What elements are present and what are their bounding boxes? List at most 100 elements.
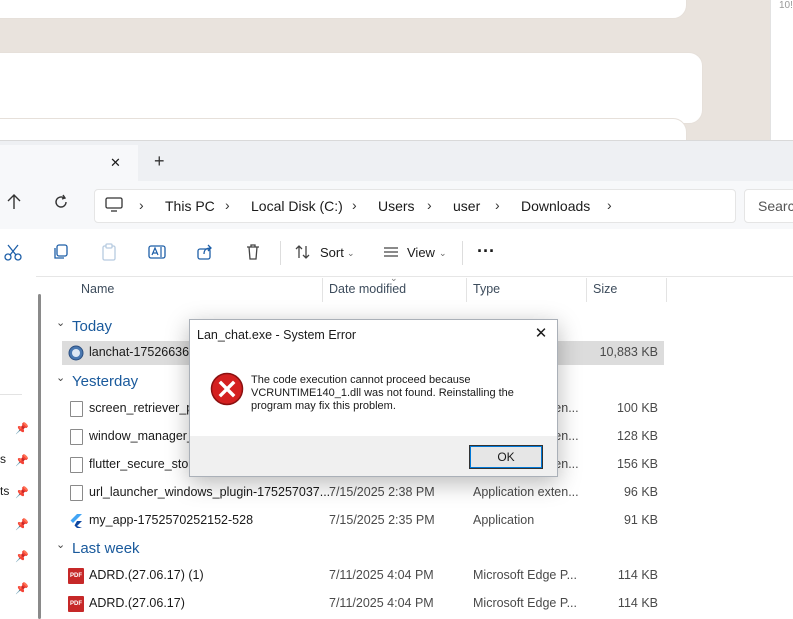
pin-icon: 📌 [15, 583, 29, 595]
toolbar-divider [462, 241, 463, 265]
dialog-title: Lan_chat.exe - System Error [197, 328, 357, 342]
breadcrumb-users[interactable]: Users [378, 198, 415, 214]
more-options-button[interactable]: ··· [477, 241, 495, 262]
file-date: 7/11/2025 4:04 PM [329, 596, 434, 610]
new-tab-button[interactable]: + [154, 151, 165, 172]
search-placeholder: Search [758, 198, 793, 214]
pin-icon: 📌 [15, 519, 29, 531]
file-size: 100 KB [616, 401, 658, 415]
file-type: Microsoft Edge P... [473, 596, 577, 610]
this-pc-icon [105, 197, 123, 216]
file-size: 128 KB [616, 429, 658, 443]
breadcrumb-chevron-icon: › [427, 197, 432, 213]
file-type: Application [473, 513, 535, 527]
pin-icon: 📌 [15, 551, 29, 563]
dialog-close-button[interactable]: ✕ [531, 324, 551, 344]
group-header-yesterday[interactable]: Yesterday [72, 373, 138, 390]
navigation-pane: 📌 s 📌 ts 📌 📌 📌 📌 [0, 276, 36, 619]
file-row[interactable]: url_launcher_windows_plugin-175257037...… [62, 481, 664, 505]
breadcrumb-chevron-icon: › [495, 197, 500, 213]
breadcrumb-local-disk[interactable]: Local Disk (C:) [251, 198, 343, 214]
file-name: my_app-1752570252152-528 [89, 513, 254, 527]
breadcrumb-this-pc[interactable]: This PC [165, 198, 215, 214]
file-row[interactable]: PDF ADRD.(27.06.17) (1) 7/11/2025 4:04 P… [62, 564, 664, 588]
file-size: 96 KB [623, 485, 658, 499]
column-header-name[interactable]: Name [81, 282, 114, 296]
column-header-date[interactable]: Date modified [329, 282, 406, 296]
ok-button[interactable]: OK [469, 445, 543, 469]
cut-icon[interactable] [2, 241, 24, 263]
file-name: screen_retriever_plu [89, 401, 203, 415]
sort-icon[interactable] [292, 241, 314, 263]
pdf-icon: PDF [68, 568, 84, 584]
sort-button[interactable]: Sort [320, 245, 344, 260]
share-icon[interactable] [194, 241, 216, 263]
breadcrumb-chevron-icon: › [139, 197, 144, 213]
column-divider[interactable] [586, 278, 587, 302]
refresh-icon[interactable] [53, 194, 69, 213]
pdf-icon: PDF [68, 596, 84, 612]
file-name: flutter_secure_stora [89, 457, 200, 471]
search-box[interactable]: Search [744, 189, 793, 223]
file-size: 114 KB [617, 568, 658, 582]
nav-scrollbar[interactable] [38, 294, 41, 619]
column-header-type[interactable]: Type [473, 282, 500, 296]
chevron-down-icon[interactable]: ⌄ [56, 371, 65, 384]
address-bar[interactable]: › This PC › Local Disk (C:) › Users › us… [94, 189, 736, 223]
file-type: Application exten... [473, 485, 579, 499]
file-date: 7/15/2025 2:38 PM [329, 485, 435, 499]
background-right-pane: 10! [770, 0, 793, 140]
background-card-top [0, 0, 687, 19]
paste-icon[interactable] [98, 241, 120, 263]
flutter-app-icon [68, 513, 84, 529]
dll-file-icon [68, 457, 84, 473]
file-type: Microsoft Edge P... [473, 568, 577, 582]
file-row[interactable]: my_app-1752570252152-528 7/15/2025 2:35 … [62, 509, 664, 533]
file-date: 7/15/2025 2:35 PM [329, 513, 435, 527]
dll-file-icon [68, 429, 84, 445]
file-date: 7/11/2025 4:04 PM [329, 568, 434, 582]
column-divider[interactable] [466, 278, 467, 302]
breadcrumb-user[interactable]: user [453, 198, 480, 214]
system-error-dialog: Lan_chat.exe - System Error ✕ The code e… [189, 319, 558, 477]
background-corner-number: 10! [779, 0, 793, 11]
file-name: url_launcher_windows_plugin-175257037... [89, 485, 331, 499]
error-icon [210, 372, 244, 409]
tab-downloads[interactable]: ✕ [0, 145, 138, 181]
chevron-down-icon: ⌄ [439, 248, 447, 258]
column-divider[interactable] [666, 278, 667, 302]
up-arrow-icon[interactable] [6, 193, 22, 214]
file-row[interactable]: PDF ADRD.(27.06.17) 7/11/2025 4:04 PM Mi… [62, 592, 664, 616]
file-size: 114 KB [617, 596, 658, 610]
dialog-message: The code execution cannot proceed becaus… [251, 374, 514, 412]
nav-item-label[interactable]: s [0, 452, 6, 466]
file-size: 10,883 KB [599, 345, 658, 359]
chevron-down-icon[interactable]: ⌄ [56, 316, 65, 329]
breadcrumb-chevron-icon: › [225, 197, 230, 213]
column-header-size[interactable]: Size [593, 282, 617, 296]
tab-close-button[interactable]: ✕ [110, 155, 121, 171]
copy-icon[interactable] [50, 241, 72, 263]
pin-icon: 📌 [15, 455, 29, 467]
background-card-middle [0, 52, 703, 124]
breadcrumb-downloads[interactable]: Downloads [521, 198, 590, 214]
group-header-today[interactable]: Today [72, 318, 112, 335]
lanchat-app-icon [68, 345, 84, 361]
delete-icon[interactable] [242, 241, 264, 263]
breadcrumb-chevron-icon: › [352, 197, 357, 213]
dll-file-icon [68, 485, 84, 501]
dialog-footer: OK [190, 436, 557, 476]
group-header-last-week[interactable]: Last week [72, 540, 140, 557]
chevron-down-icon[interactable]: ⌄ [56, 538, 65, 551]
pin-icon: 📌 [15, 423, 29, 435]
file-size: 91 KB [623, 513, 658, 527]
column-divider[interactable] [322, 278, 323, 302]
rename-icon[interactable] [146, 241, 168, 263]
view-button[interactable]: View [407, 245, 435, 260]
chevron-down-icon: ⌄ [347, 248, 355, 258]
view-icon[interactable] [380, 241, 402, 263]
command-bar: Sort ⌄ View ⌄ ··· [0, 229, 793, 277]
nav-item-label[interactable]: ts [0, 484, 9, 498]
breadcrumb-chevron-icon[interactable]: › [607, 197, 612, 213]
nav-divider [0, 394, 22, 395]
